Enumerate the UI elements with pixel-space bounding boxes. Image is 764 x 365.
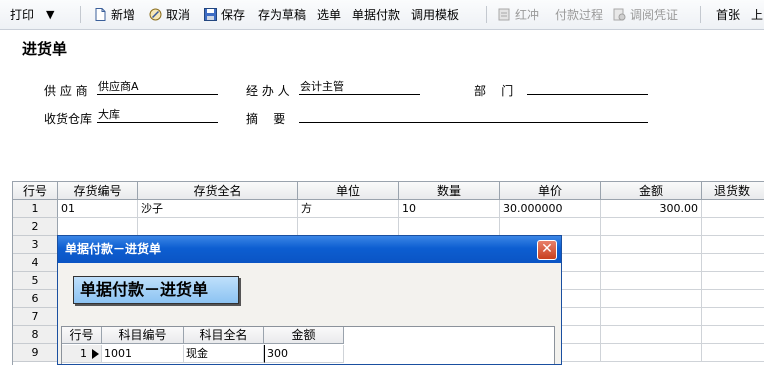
grid-cell[interactable]: [702, 272, 764, 290]
cell-item-code[interactable]: 01: [58, 200, 138, 218]
print-button[interactable]: 打印: [10, 6, 34, 24]
new-document-icon: [95, 8, 106, 21]
row-number[interactable]: 6: [13, 290, 58, 308]
grid-cell[interactable]: [500, 218, 601, 236]
column-header-row-number[interactable]: 行号: [62, 327, 102, 344]
department-field[interactable]: [527, 80, 648, 95]
grid-cell[interactable]: [702, 344, 764, 362]
grid-cell[interactable]: [399, 218, 500, 236]
grid-cell[interactable]: [702, 254, 764, 272]
grid-cell[interactable]: [601, 272, 702, 290]
cancel-icon: [149, 8, 162, 21]
doc-payment-dialog: 单据付款－进货单 ✕ 单据付款－进货单 行号 科目编号 科目全名 金额 1 10…: [57, 235, 562, 365]
column-header-amount[interactable]: 金额: [601, 182, 702, 200]
grid-cell[interactable]: [58, 218, 138, 236]
supplier-label: 供 应 商: [44, 84, 88, 98]
cell-item-name[interactable]: 沙子: [138, 200, 298, 218]
row-number[interactable]: 5: [13, 272, 58, 290]
column-header-unit[interactable]: 单位: [298, 182, 399, 200]
row-number[interactable]: 7: [13, 308, 58, 326]
cell-account-name[interactable]: 现金: [184, 345, 264, 363]
print-label: 打印: [10, 8, 35, 22]
column-header-quantity[interactable]: 数量: [399, 182, 500, 200]
purchase-order-window: 打印 ▼ 新增 取消 保存 存为草稿 选单 单据付款 调用模板 红冲 付款过程 …: [0, 0, 764, 365]
dialog-banner: 单据付款－进货单: [73, 276, 239, 304]
grid-cell[interactable]: [601, 254, 702, 272]
grid-cell[interactable]: [601, 326, 702, 344]
save-button[interactable]: 保存: [204, 6, 245, 24]
grid-cell[interactable]: [702, 326, 764, 344]
grid-cell[interactable]: [138, 218, 298, 236]
summary-field[interactable]: [299, 108, 648, 123]
supplier-field[interactable]: 供应商A: [97, 80, 218, 95]
grid-cell[interactable]: [702, 236, 764, 254]
handler-label: 经 办 人: [246, 84, 290, 98]
cancel-label: 取消: [166, 8, 191, 22]
row-number[interactable]: 4: [13, 254, 58, 272]
grid-cell[interactable]: [601, 308, 702, 326]
row-number[interactable]: 1: [13, 200, 58, 218]
new-label: 新增: [111, 8, 136, 22]
new-button[interactable]: 新增: [94, 6, 135, 24]
dialog-title: 单据付款－进货单: [58, 236, 561, 263]
column-header-amount[interactable]: 金额: [264, 327, 344, 344]
cell-amount-input[interactable]: 300: [264, 345, 344, 363]
save-draft-button[interactable]: 存为草稿: [258, 6, 306, 24]
department-label: 部 门: [474, 84, 514, 98]
close-icon[interactable]: ✕: [537, 240, 557, 260]
prev-page-button[interactable]: 上: [751, 6, 763, 24]
grid-cell[interactable]: [601, 290, 702, 308]
column-header-return-qty[interactable]: 退货数: [702, 182, 764, 200]
account-table: 行号 科目编号 科目全名 金额 1 1001 现金 300: [61, 326, 555, 364]
save-disk-icon: [204, 8, 217, 21]
summary-label: 摘 要: [246, 112, 286, 126]
current-row-pointer-icon: [92, 349, 99, 359]
use-template-button[interactable]: 调用模板: [411, 6, 459, 24]
row-number[interactable]: 2: [13, 218, 58, 236]
warehouse-field[interactable]: 大库: [97, 108, 218, 123]
toolbar-separator: [80, 6, 81, 23]
grid-cell[interactable]: [601, 344, 702, 362]
payment-process-button[interactable]: 付款过程: [555, 6, 603, 24]
row-number[interactable]: 8: [13, 326, 58, 344]
view-voucher-label: 调阅凭证: [630, 8, 679, 22]
grid-cell[interactable]: [298, 218, 399, 236]
voucher-icon: [613, 8, 626, 21]
toolbar: 打印 ▼ 新增 取消 保存 存为草稿 选单 单据付款 调用模板 红冲 付款过程 …: [0, 0, 764, 30]
toolbar-separator: [700, 6, 701, 23]
column-header-row-number[interactable]: 行号: [13, 182, 58, 200]
grid-cell[interactable]: [702, 308, 764, 326]
grid-cell[interactable]: [702, 290, 764, 308]
column-header-item-code[interactable]: 存货编号: [58, 182, 138, 200]
red-flush-icon: [498, 8, 510, 21]
view-voucher-button[interactable]: 调阅凭证: [613, 6, 678, 24]
cell-return-qty[interactable]: [702, 200, 764, 218]
row-number[interactable]: 9: [13, 344, 58, 362]
column-header-account-name[interactable]: 科目全名: [184, 327, 264, 344]
grid-cell[interactable]: [601, 218, 702, 236]
column-header-account-code[interactable]: 科目编号: [102, 327, 184, 344]
toolbar-separator: [486, 6, 487, 23]
cell-quantity[interactable]: 10: [399, 200, 500, 218]
select-doc-button[interactable]: 选单: [317, 6, 341, 24]
warehouse-label: 收货仓库: [44, 112, 93, 126]
row-number[interactable]: 3: [13, 236, 58, 254]
print-menu-arrow[interactable]: ▼: [46, 6, 54, 24]
doc-payment-button[interactable]: 单据付款: [352, 6, 400, 24]
page-title: 进货单: [22, 40, 68, 58]
column-header-unit-price[interactable]: 单价: [500, 182, 601, 200]
grid-cell[interactable]: [601, 236, 702, 254]
cancel-button[interactable]: 取消: [149, 6, 190, 24]
grid-cell[interactable]: [702, 218, 764, 236]
cell-account-code[interactable]: 1001: [102, 345, 184, 363]
cell-unit-price[interactable]: 30.000000: [500, 200, 601, 218]
red-flush-button[interactable]: 红冲: [498, 6, 539, 24]
cell-amount[interactable]: 300.00: [601, 200, 702, 218]
handler-field[interactable]: 会计主管: [299, 80, 420, 95]
save-label: 保存: [221, 8, 246, 22]
cell-unit[interactable]: 方: [298, 200, 399, 218]
column-header-item-name[interactable]: 存货全名: [138, 182, 298, 200]
first-page-button[interactable]: 首张: [716, 6, 740, 24]
red-flush-label: 红冲: [515, 8, 540, 22]
